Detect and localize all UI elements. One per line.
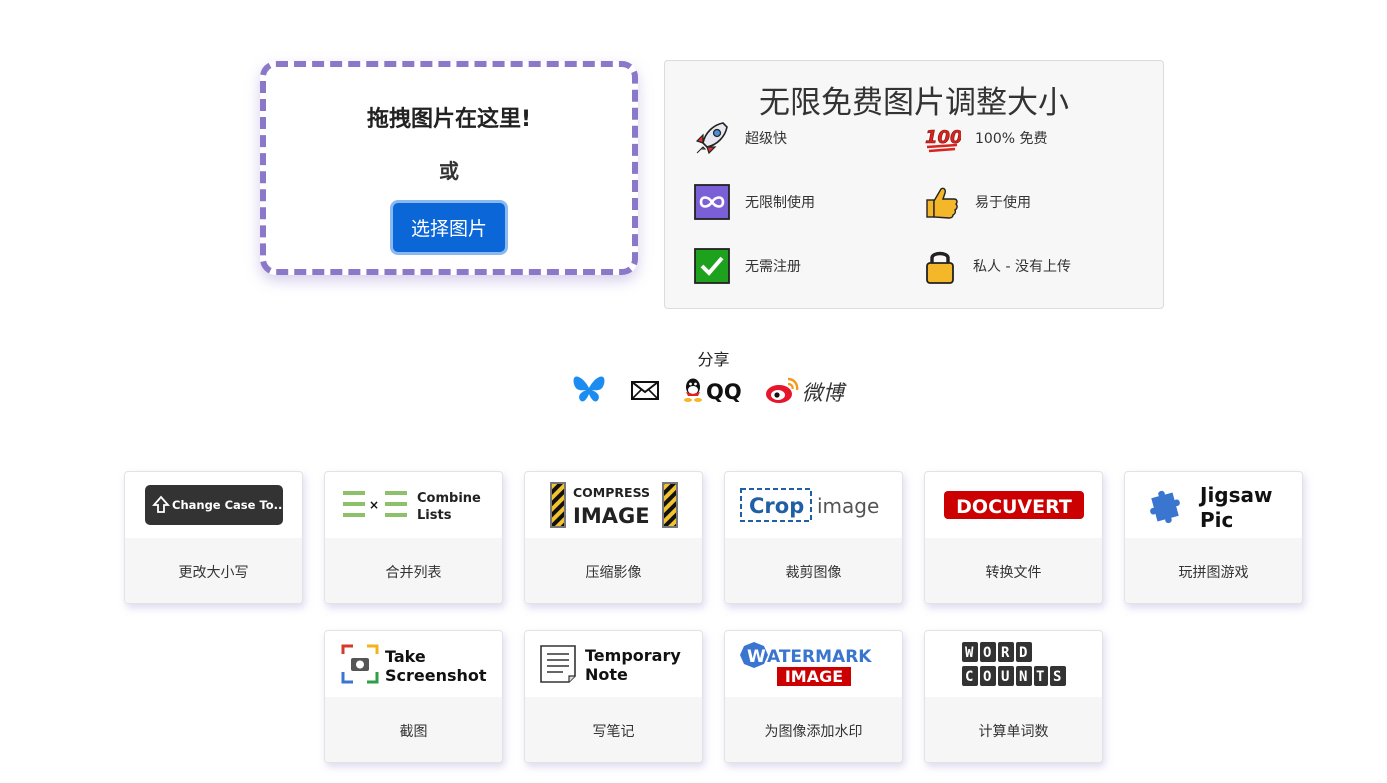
- tool-combine-lists[interactable]: × Combine Lists 合并列表: [324, 471, 503, 604]
- svg-text:O: O: [983, 645, 991, 661]
- svg-text:COMPRESS: COMPRESS: [573, 485, 650, 500]
- svg-text:O: O: [983, 669, 991, 685]
- tool-caption: 计算单词数: [925, 697, 1102, 762]
- svg-text:Temporary: Temporary: [585, 646, 681, 665]
- weibo-label: 微博: [801, 381, 844, 405]
- share-email[interactable]: [630, 379, 660, 405]
- tool-caption: 更改大小写: [125, 538, 302, 603]
- watermark-image-logo: W ATERMARK IMAGE: [725, 631, 902, 697]
- hundred-icon: 100: [923, 119, 961, 157]
- infinity-icon: [693, 183, 731, 221]
- feature-fast: 超级快: [693, 119, 787, 157]
- tool-docuvert[interactable]: DOCUVERT 转换文件: [924, 471, 1103, 604]
- svg-text:D: D: [1019, 645, 1027, 661]
- tool-compress-image[interactable]: COMPRESS IMAGE 压缩影像: [524, 471, 703, 604]
- change-case-logo-text: Change Case To...: [172, 498, 284, 512]
- tool-crop-image[interactable]: Crop image 裁剪图像: [724, 471, 903, 604]
- svg-text:N: N: [1019, 669, 1027, 685]
- tool-caption: 写笔记: [525, 697, 702, 762]
- check-icon: [693, 247, 731, 285]
- feature-label: 易于使用: [975, 195, 1031, 211]
- tool-take-screenshot[interactable]: Take Screenshot 截图: [324, 630, 503, 763]
- tool-caption: 合并列表: [325, 538, 502, 603]
- svg-text:Crop: Crop: [749, 494, 804, 518]
- tool-watermark-image[interactable]: W ATERMARK IMAGE 为图像添加水印: [724, 630, 903, 763]
- feature-no-signup: 无需注册: [693, 247, 801, 285]
- compress-image-logo: COMPRESS IMAGE: [525, 472, 702, 538]
- svg-text:C: C: [965, 669, 973, 685]
- thumbs-up-icon: [923, 183, 961, 221]
- change-case-logo: Change Case To...: [125, 472, 302, 538]
- svg-text:IMAGE: IMAGE: [573, 504, 650, 528]
- tool-caption: 压缩影像: [525, 538, 702, 603]
- tool-change-case[interactable]: Change Case To... 更改大小写: [124, 471, 303, 604]
- features-panel: 无限免费图片调整大小 超级快 100 100% 免费 无限制使用 易于使用 无需…: [664, 60, 1164, 309]
- docuvert-logo: DOCUVERT: [925, 472, 1102, 538]
- select-image-button[interactable]: 选择图片: [389, 200, 508, 255]
- svg-text:Screenshot: Screenshot: [385, 666, 487, 685]
- share-qq[interactable]: QQ: [682, 377, 742, 407]
- svg-text:Combine: Combine: [417, 491, 481, 506]
- image-drop-zone[interactable]: 拖拽图片在这里! 或 选择图片: [260, 61, 638, 275]
- tool-temporary-note[interactable]: Temporary Note 写笔记: [524, 630, 703, 763]
- email-icon: [630, 379, 660, 405]
- share-buttons: QQ 微博: [570, 372, 866, 412]
- svg-text:IMAGE: IMAGE: [784, 667, 842, 686]
- svg-text:image: image: [817, 494, 879, 518]
- tool-caption: 玩拼图游戏: [1125, 538, 1302, 603]
- share-weibo[interactable]: 微博: [764, 375, 844, 409]
- weibo-icon: [764, 375, 800, 409]
- feature-unlimited: 无限制使用: [693, 183, 815, 221]
- feature-label: 超级快: [745, 131, 787, 147]
- feature-label: 100% 免费: [975, 131, 1048, 147]
- svg-text:Note: Note: [585, 665, 628, 684]
- crop-image-logo: Crop image: [725, 472, 902, 538]
- svg-text:T: T: [1036, 669, 1044, 685]
- temporary-note-logo: Temporary Note: [525, 631, 702, 697]
- svg-text:ATERMARK: ATERMARK: [767, 647, 872, 667]
- feature-private: 私人 - 没有上传: [921, 247, 1071, 285]
- feature-label: 无需注册: [745, 259, 801, 275]
- combine-lists-logo: × Combine Lists: [325, 472, 502, 538]
- tool-caption: 转换文件: [925, 538, 1102, 603]
- tool-caption: 裁剪图像: [725, 538, 902, 603]
- rocket-icon: [693, 119, 731, 157]
- feature-label: 私人 - 没有上传: [973, 259, 1071, 275]
- qq-label: QQ: [706, 380, 742, 404]
- svg-text:S: S: [1053, 669, 1061, 685]
- share-bluesky[interactable]: [570, 373, 608, 411]
- svg-text:Take: Take: [385, 647, 426, 666]
- feature-free: 100 100% 免费: [923, 119, 1047, 157]
- svg-text:U: U: [1001, 669, 1009, 685]
- feature-easy: 易于使用: [923, 183, 1031, 221]
- tool-caption: 为图像添加水印: [725, 697, 902, 762]
- features-title: 无限免费图片调整大小: [759, 85, 1069, 121]
- svg-text:W: W: [965, 645, 974, 661]
- take-screenshot-logo: Take Screenshot: [325, 631, 502, 697]
- share-label: 分享: [697, 350, 730, 369]
- word-counts-logo: W O R D C O U N T S: [925, 631, 1102, 697]
- bluesky-icon: [570, 373, 608, 411]
- svg-text:R: R: [1001, 645, 1010, 661]
- docuvert-logo-text: DOCUVERT: [956, 496, 1072, 518]
- svg-text:W: W: [747, 647, 766, 667]
- svg-text:Jigsaw: Jigsaw: [1198, 483, 1273, 507]
- tool-jigsaw-pic[interactable]: Jigsaw Pic 玩拼图游戏: [1124, 471, 1303, 604]
- svg-text:Pic: Pic: [1200, 508, 1233, 532]
- or-text: 或: [439, 159, 459, 183]
- tool-caption: 截图: [325, 697, 502, 762]
- jigsaw-pic-logo: Jigsaw Pic: [1125, 472, 1302, 538]
- lock-icon: [921, 247, 959, 285]
- tool-word-counts[interactable]: W O R D C O U N T S 计算单词数: [924, 630, 1103, 763]
- feature-label: 无限制使用: [745, 195, 815, 211]
- svg-text:×: ×: [369, 498, 379, 512]
- drop-title: 拖拽图片在这里!: [366, 107, 532, 132]
- svg-text:Lists: Lists: [417, 508, 452, 523]
- qq-icon: [682, 377, 704, 407]
